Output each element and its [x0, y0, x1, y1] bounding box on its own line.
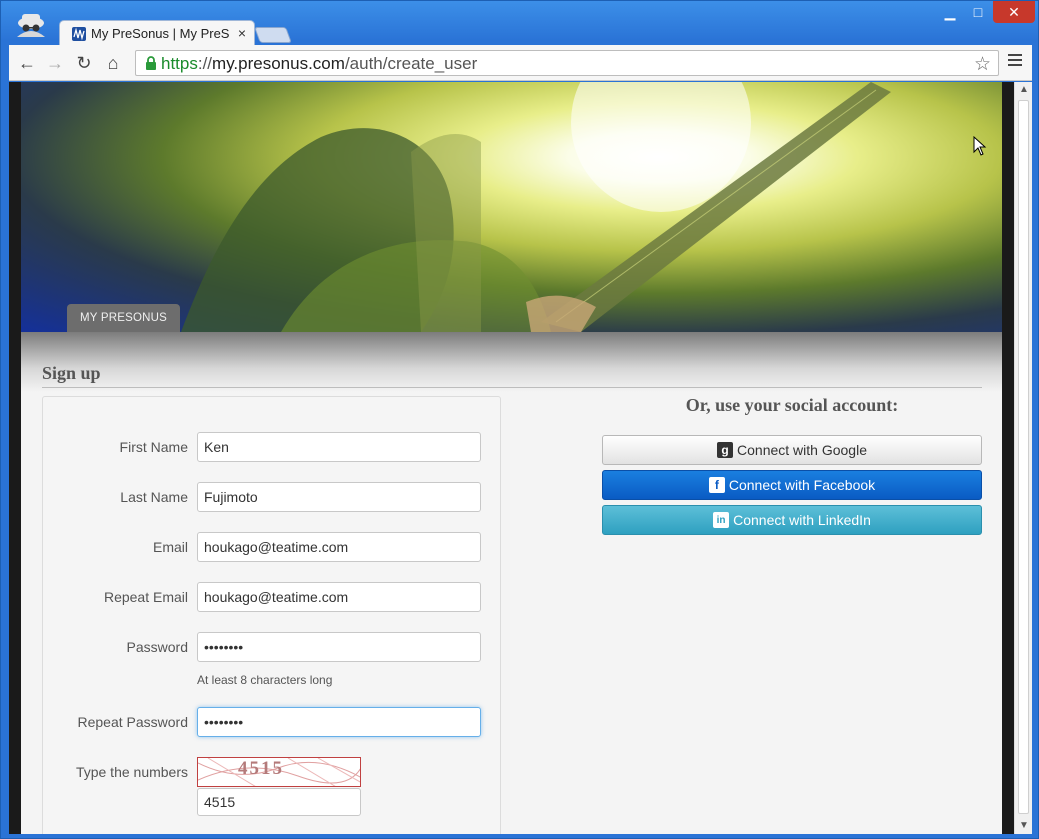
tab-my-presonus[interactable]: My PreSonus | My PreS ×: [59, 20, 255, 46]
connect-google-button[interactable]: g Connect with Google: [602, 435, 982, 465]
repeat-password-input[interactable]: [197, 707, 481, 737]
first-name-input[interactable]: [197, 432, 481, 462]
url-text[interactable]: https://my.presonus.com/auth/create_user: [161, 54, 477, 74]
bookmark-star-icon[interactable]: ☆: [974, 53, 991, 76]
social-title: Or, use your social account:: [685, 395, 899, 415]
captcha-image: 4515: [197, 757, 361, 787]
last-name-label: Last Name: [120, 489, 188, 505]
tab-strip: My PreSonus | My PreS × ▁ □ ✕: [1, 1, 1038, 46]
hero-fade: [21, 332, 1002, 392]
signup-form: First Name Last Name Email Repeat Email …: [42, 396, 501, 834]
email-input[interactable]: [197, 532, 481, 562]
repeat-password-label: Repeat Password: [77, 714, 188, 730]
first-name-label: First Name: [119, 439, 188, 455]
email-label: Email: [152, 539, 188, 555]
mouse-cursor-icon: [973, 136, 987, 156]
connect-facebook-label: Connect with Facebook: [728, 477, 876, 493]
guitarist-photo: [181, 82, 891, 332]
connect-linkedin-button[interactable]: in Connect with LinkedIn: [602, 505, 982, 535]
address-bar[interactable]: https://my.presonus.com/auth/create_user…: [135, 50, 999, 76]
incognito-icon: [17, 14, 45, 37]
hero-banner: MY PRESONUS: [21, 82, 1002, 332]
connect-linkedin-label: Connect with LinkedIn: [733, 512, 871, 528]
browser-window: My PreSonus | My PreS × ▁ □ ✕ ← → ↻ ⌂ ht…: [0, 0, 1039, 839]
last-name-input[interactable]: [197, 482, 481, 512]
home-button[interactable]: ⌂: [103, 53, 123, 73]
lock-icon: [146, 56, 156, 70]
tab-title: My PreSonus | My PreS: [91, 26, 229, 41]
forward-button[interactable]: →: [45, 53, 65, 73]
captcha-digits: 4515: [238, 758, 284, 779]
minimize-button[interactable]: ▁: [939, 1, 961, 23]
connect-google-label: Connect with Google: [737, 442, 867, 458]
url-scheme: https: [161, 54, 198, 73]
repeat-email-label: Repeat Email: [103, 589, 188, 605]
password-label: Password: [126, 639, 188, 655]
section-divider: [42, 387, 982, 388]
tab-close-icon[interactable]: ×: [238, 25, 246, 41]
page-content: MY PRESONUS Sign up First Name Last Name…: [21, 82, 1002, 834]
page-viewport: MY PRESONUS Sign up First Name Last Name…: [9, 82, 1032, 834]
my-presonus-tab[interactable]: MY PRESONUS: [67, 304, 180, 332]
presonus-favicon-icon: [72, 27, 86, 41]
browser-menu-icon[interactable]: [1008, 54, 1022, 70]
scroll-up-icon[interactable]: ▲: [1019, 84, 1029, 95]
browser-toolbar: ← → ↻ ⌂ https://my.presonus.com/auth/cre…: [9, 45, 1032, 81]
close-window-button[interactable]: ✕: [993, 1, 1035, 23]
password-input[interactable]: [197, 632, 481, 662]
new-tab-button[interactable]: [254, 27, 292, 43]
scroll-down-icon[interactable]: ▼: [1019, 820, 1029, 831]
maximize-button[interactable]: □: [967, 1, 989, 23]
back-button[interactable]: ←: [17, 53, 37, 73]
repeat-email-input[interactable]: [197, 582, 481, 612]
url-separator: ://: [197, 54, 213, 73]
captcha-label: Type the numbers: [75, 764, 188, 780]
scroll-thumb[interactable]: [1018, 100, 1029, 814]
google-icon: g: [717, 442, 734, 458]
signup-title: Sign up: [42, 363, 101, 383]
reload-button[interactable]: ↻: [74, 53, 94, 73]
captcha-input[interactable]: [197, 788, 361, 816]
password-hint: At least 8 characters long: [197, 673, 333, 687]
url-path: /auth/create_user: [344, 54, 478, 73]
url-host: my.presonus.com: [212, 54, 345, 73]
linkedin-icon: in: [713, 512, 730, 528]
vertical-scrollbar[interactable]: ▲ ▼: [1014, 82, 1032, 834]
connect-facebook-button[interactable]: f Connect with Facebook: [602, 470, 982, 500]
facebook-icon: f: [708, 477, 725, 493]
